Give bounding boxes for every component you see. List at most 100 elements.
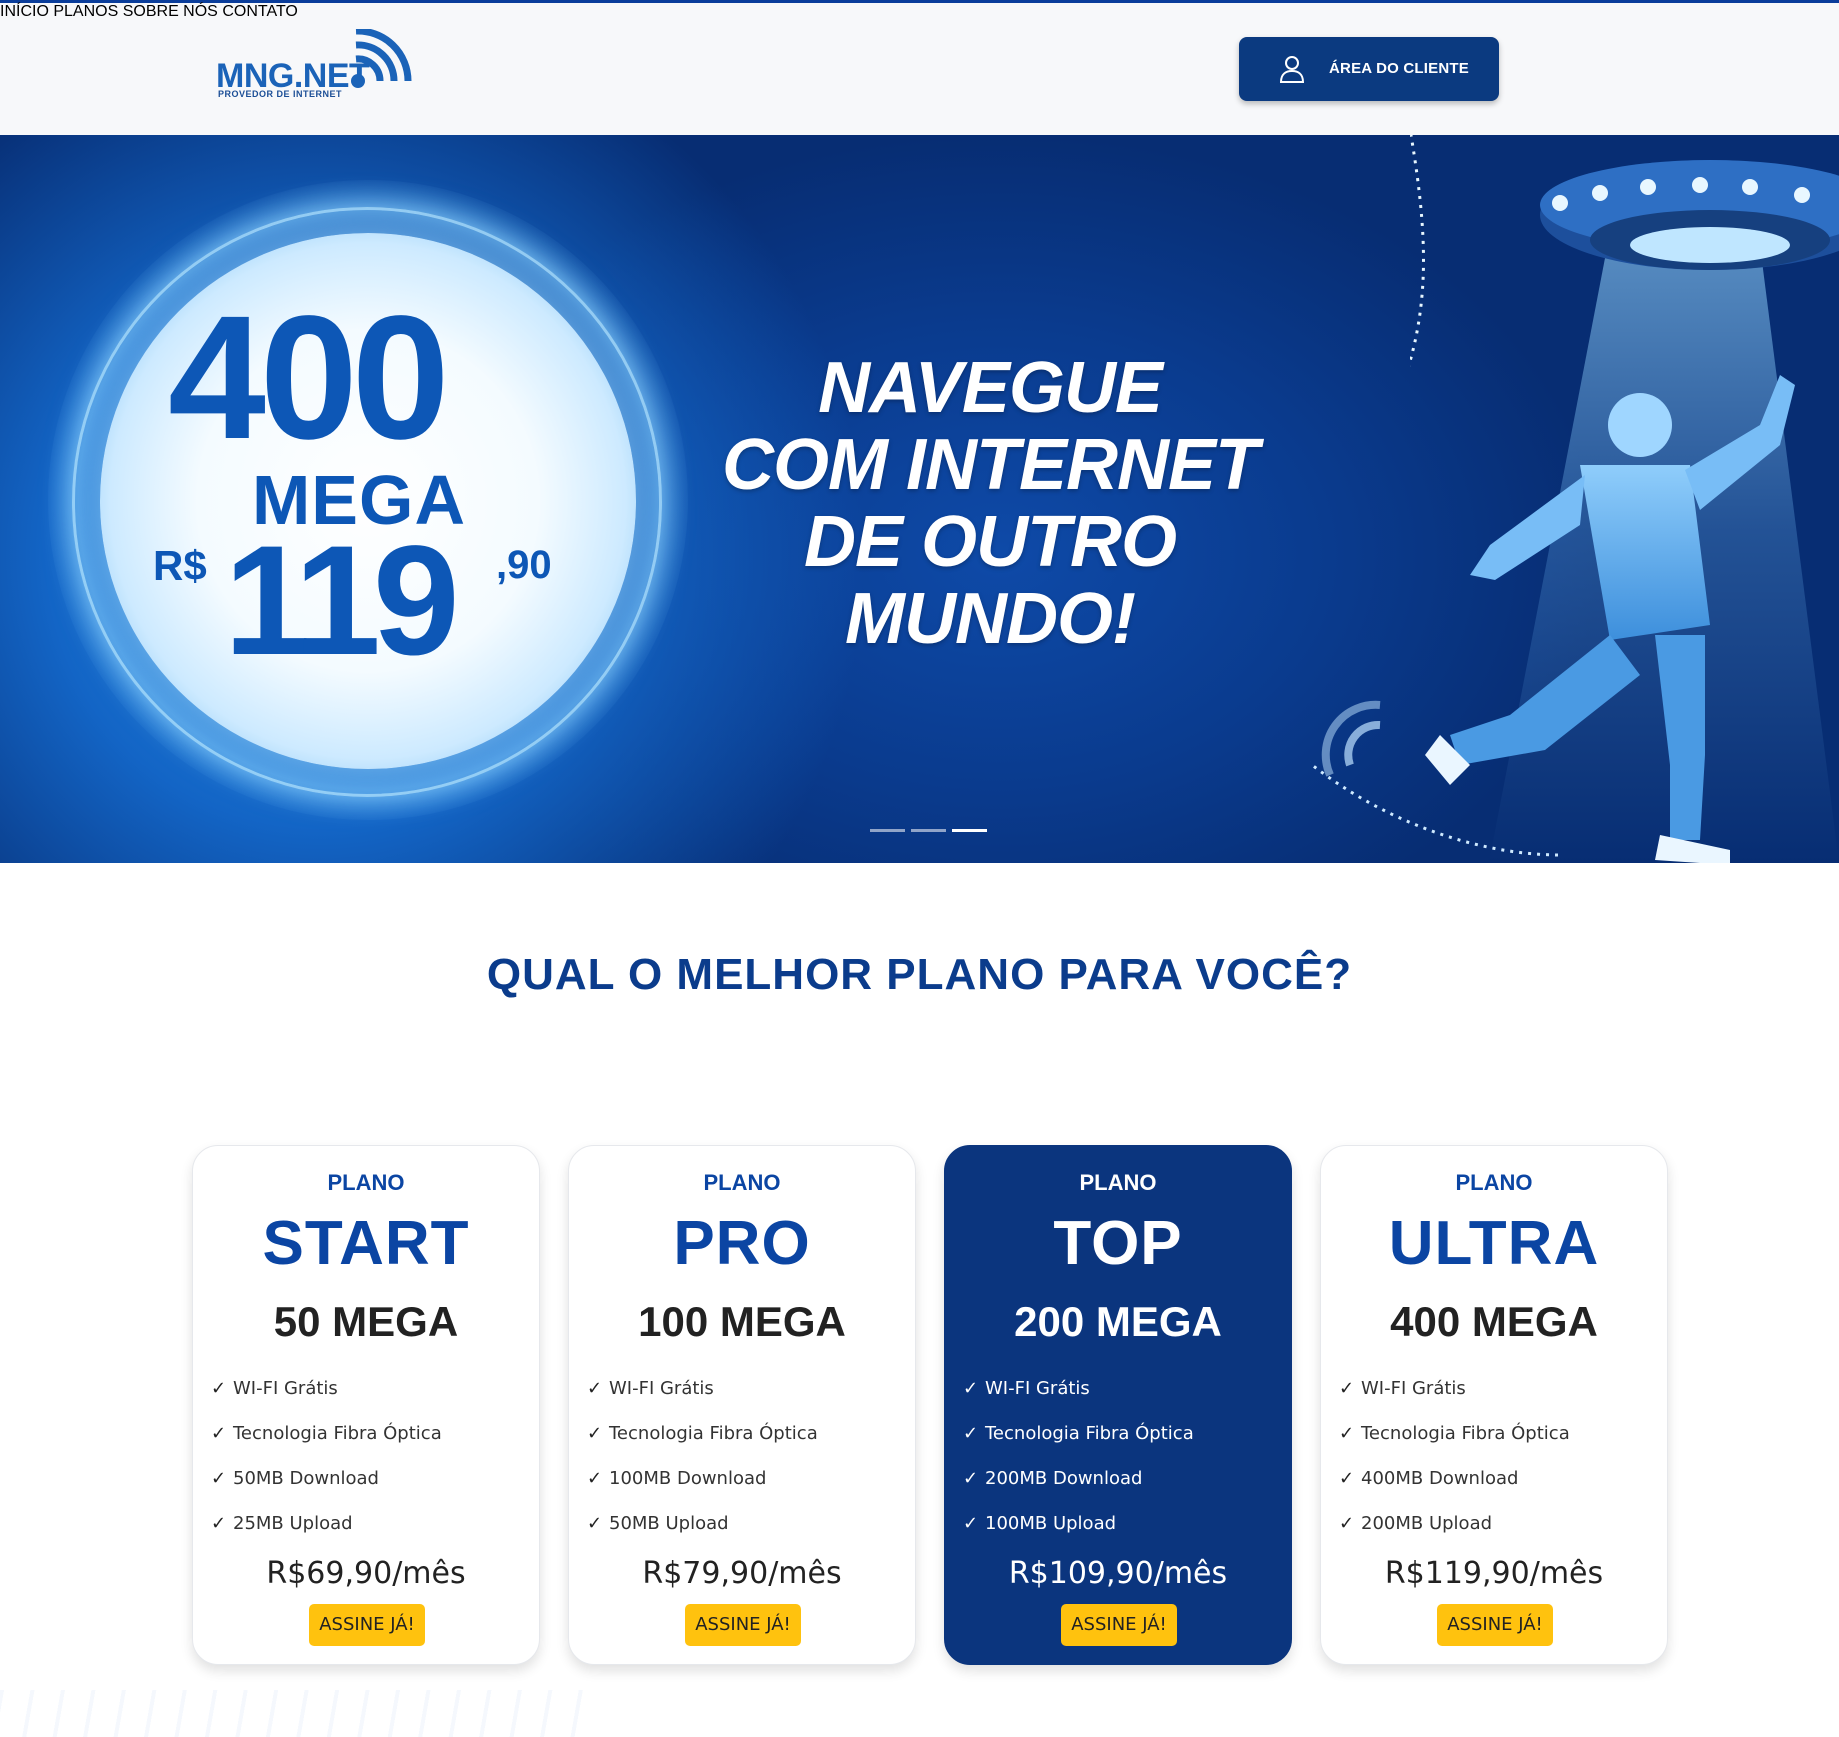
plan-card-start: PLANO START 50 MEGA ✓ WI-FI Grátis ✓ Tecno…: [192, 1145, 540, 1665]
plan-speed: 200 MEGA: [1014, 1298, 1222, 1345]
plan-feature: ✓ 100MB Upload: [963, 1513, 1194, 1558]
slogan-line: NAVEGUE: [818, 348, 1163, 428]
feature-text: 400MB Download: [1361, 1468, 1519, 1489]
plan-feature: ✓ Tecnologia Fibra Óptica: [211, 1423, 442, 1468]
plan-label: PLANO: [1079, 1170, 1157, 1195]
check-icon: ✓: [963, 1468, 979, 1489]
check-icon: ✓: [211, 1423, 227, 1444]
plan-label: PLANO: [1455, 1170, 1533, 1195]
plan-speed: 50 MEGA: [273, 1298, 459, 1345]
feature-text: Tecnologia Fibra Óptica: [985, 1423, 1194, 1444]
feature-text: WI-FI Grátis: [233, 1378, 338, 1399]
jumping-man-illustration: [1310, 375, 1795, 863]
plan-name: START: [262, 1209, 470, 1278]
check-icon: ✓: [1339, 1378, 1355, 1399]
carousel-dot-1[interactable]: [870, 829, 905, 832]
subscribe-button[interactable]: ASSINE JÁ!: [1061, 1604, 1177, 1646]
check-icon: ✓: [211, 1378, 227, 1399]
check-icon: ✓: [1339, 1513, 1355, 1534]
plan-name: PRO: [673, 1209, 811, 1278]
plan-feature: ✓ 25MB Upload: [211, 1513, 442, 1558]
hero-slogan: NAVEGUE COM INTERNET DE OUTRO MUNDO!: [700, 350, 1280, 658]
feature-text: 50MB Download: [233, 1468, 379, 1489]
feature-text: 50MB Upload: [609, 1513, 729, 1534]
carousel-indicators: [870, 829, 987, 832]
nav-sobre-nos[interactable]: SOBRE NÓS: [123, 3, 218, 20]
site-header: MNG.NET PROVEDOR DE INTERNET INÍCIO PLAN…: [0, 3, 1839, 135]
main-nav: INÍCIO PLANOS SOBRE NÓS CONTATO: [0, 3, 1839, 21]
plan-feature: ✓ WI-FI Grátis: [963, 1378, 1194, 1423]
subscribe-button[interactable]: ASSINE JÁ!: [1437, 1604, 1553, 1646]
plan-card-pro: PLANO PRO 100 MEGA ✓ WI-FI Grátis ✓ Tecnol…: [568, 1145, 916, 1665]
feature-text: 200MB Upload: [1361, 1513, 1493, 1534]
feature-text: 25MB Upload: [233, 1513, 353, 1534]
plan-feature: ✓ Tecnologia Fibra Óptica: [587, 1423, 818, 1468]
wifi-waves-icon: [351, 29, 412, 88]
decorative-footer-pattern: [0, 1690, 600, 1737]
plan-price: R$79,90/mês: [642, 1556, 842, 1591]
offer-price: 119: [224, 514, 460, 688]
check-icon: ✓: [587, 1513, 603, 1534]
plan-feature: ✓ 50MB Download: [211, 1468, 442, 1513]
plan-feature: ✓ 200MB Upload: [1339, 1513, 1570, 1558]
feature-text: 100MB Download: [609, 1468, 767, 1489]
logo-subtitle: PROVEDOR DE INTERNET: [218, 89, 343, 99]
user-icon: [1279, 56, 1305, 83]
site-logo[interactable]: MNG.NET PROVEDOR DE INTERNET: [216, 29, 416, 101]
plans-grid: PLANO START 50 MEGA ✓ WI-FI Grátis ✓ Tecno…: [192, 1145, 1668, 1665]
plan-card-ultra: PLANO ULTRA 400 MEGA ✓ WI-FI Grátis ✓ Tecn…: [1320, 1145, 1668, 1665]
offer-currency: R$: [153, 542, 207, 589]
plan-feature: ✓ 400MB Download: [1339, 1468, 1570, 1513]
plan-name: TOP: [1053, 1209, 1183, 1278]
plan-feature: ✓ WI-FI Grátis: [1339, 1378, 1570, 1423]
check-icon: ✓: [587, 1423, 603, 1444]
plan-speed: 100 MEGA: [638, 1298, 846, 1345]
subscribe-button[interactable]: ASSINE JÁ!: [685, 1604, 801, 1646]
plan-feature: ✓ 100MB Download: [587, 1468, 818, 1513]
plan-feature: ✓ 50MB Upload: [587, 1513, 818, 1558]
check-icon: ✓: [1339, 1468, 1355, 1489]
nav-planos[interactable]: PLANOS: [53, 3, 118, 20]
subscribe-button[interactable]: ASSINE JÁ!: [309, 1604, 425, 1646]
plan-features: ✓ WI-FI Grátis ✓ Tecnologia Fibra Óptica ✓…: [963, 1378, 1194, 1558]
check-icon: ✓: [963, 1513, 979, 1534]
offer-speed: 400: [168, 280, 450, 476]
plan-feature: ✓ Tecnologia Fibra Óptica: [963, 1423, 1194, 1468]
plan-features: ✓ WI-FI Grátis ✓ Tecnologia Fibra Óptica ✓…: [211, 1378, 442, 1558]
plan-price: R$69,90/mês: [266, 1556, 466, 1591]
plan-feature: ✓ WI-FI Grátis: [587, 1378, 818, 1423]
slogan-line: COM INTERNET: [722, 425, 1259, 505]
carousel-dot-2[interactable]: [911, 829, 946, 832]
carousel-dot-3[interactable]: [952, 829, 987, 832]
plan-card-top: PLANO TOP 200 MEGA ✓ WI-FI Grátis ✓ Tecnol…: [944, 1145, 1292, 1665]
check-icon: ✓: [963, 1378, 979, 1399]
nav-inicio[interactable]: INÍCIO: [0, 3, 49, 20]
hero-banner[interactable]: 400 MEGA R$ 119 ,90 NAVEGUE COM INTERNET…: [0, 135, 1839, 863]
feature-text: Tecnologia Fibra Óptica: [609, 1423, 818, 1444]
check-icon: ✓: [587, 1378, 603, 1399]
slogan-line: MUNDO!: [845, 579, 1136, 659]
plan-price: R$119,90/mês: [1384, 1556, 1604, 1591]
plan-name: ULTRA: [1388, 1209, 1600, 1278]
feature-text: 200MB Download: [985, 1468, 1143, 1489]
check-icon: ✓: [211, 1513, 227, 1534]
feature-text: WI-FI Grátis: [609, 1378, 714, 1399]
plan-feature: ✓ Tecnologia Fibra Óptica: [1339, 1423, 1570, 1468]
plan-speed: 400 MEGA: [1390, 1298, 1598, 1345]
slogan-line: DE OUTRO: [803, 502, 1177, 582]
plan-features: ✓ WI-FI Grátis ✓ Tecnologia Fibra Óptica ✓…: [1339, 1378, 1570, 1558]
feature-text: Tecnologia Fibra Óptica: [1361, 1423, 1570, 1444]
plan-feature: ✓ WI-FI Grátis: [211, 1378, 442, 1423]
check-icon: ✓: [963, 1423, 979, 1444]
offer-price-cents: ,90: [496, 543, 552, 587]
plan-label: PLANO: [703, 1170, 781, 1195]
plan-feature: ✓ 200MB Download: [963, 1468, 1194, 1513]
client-area-button[interactable]: ÁREA DO CLIENTE: [1239, 37, 1499, 101]
plans-section-title: QUAL O MELHOR PLANO PARA VOCÊ?: [486, 950, 1353, 999]
plan-label: PLANO: [327, 1170, 405, 1195]
check-icon: ✓: [211, 1468, 227, 1489]
feature-text: WI-FI Grátis: [1361, 1378, 1466, 1399]
nav-contato[interactable]: CONTATO: [222, 3, 298, 20]
plan-features: ✓ WI-FI Grátis ✓ Tecnologia Fibra Óptica ✓…: [587, 1378, 818, 1558]
check-icon: ✓: [1339, 1423, 1355, 1444]
